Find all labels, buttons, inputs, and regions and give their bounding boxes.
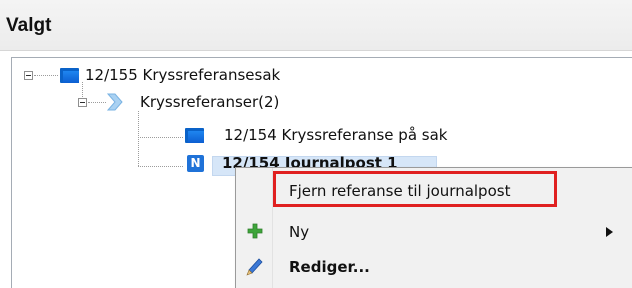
highlight-box xyxy=(273,171,557,207)
tree-node-group[interactable]: Kryssreferanser(2) xyxy=(140,93,279,111)
menu-item-label: Ny xyxy=(289,223,310,241)
submenu-arrow-icon xyxy=(606,227,613,237)
plus-icon xyxy=(247,223,263,239)
n-badge-icon: N xyxy=(187,155,204,172)
panel-title: Valgt xyxy=(6,15,52,36)
menu-item-edit[interactable]: Rediger... xyxy=(236,250,632,284)
menu-item-label: Rediger... xyxy=(289,258,370,276)
tree-connector xyxy=(138,111,139,166)
tree-connector xyxy=(88,102,106,103)
collapse-group-toggle[interactable] xyxy=(78,98,87,107)
folder-icon xyxy=(185,128,204,143)
tree-node-child-1[interactable]: 12/154 Kryssreferanse på sak xyxy=(224,126,447,144)
tree-node-root[interactable]: 12/155 Kryssreferansesak xyxy=(85,66,280,84)
menu-item-new[interactable]: Ny xyxy=(236,215,632,249)
pencil-icon xyxy=(246,258,263,276)
collapse-root-toggle[interactable] xyxy=(24,71,33,80)
folder-icon xyxy=(60,68,79,83)
tree-connector xyxy=(34,75,58,76)
tree-connector xyxy=(138,166,183,167)
panel-header: Valgt xyxy=(0,0,632,51)
tree-connector xyxy=(138,137,183,138)
chevron-right-icon xyxy=(106,93,123,111)
